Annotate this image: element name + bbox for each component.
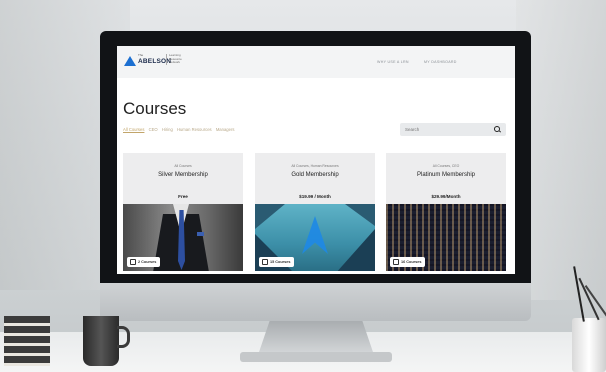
search-box xyxy=(400,123,506,136)
search-input[interactable] xyxy=(405,126,485,133)
screen: The ABELSON Learning Resource Network WH… xyxy=(117,46,515,274)
card-image[interactable]: 15 Courses xyxy=(255,204,375,271)
book-icon xyxy=(262,259,268,265)
courses-count-badge: 2 Courses xyxy=(127,257,161,267)
building-shape xyxy=(345,204,375,226)
courses-count-badge: 15 Courses xyxy=(259,257,295,267)
monitor-foot xyxy=(240,352,392,362)
course-card-silver[interactable]: All Courses Silver Membership Free 2 Cou… xyxy=(123,153,243,271)
pencil-cup xyxy=(572,318,606,372)
course-card-gold[interactable]: All Courses, Human Resources Gold Member… xyxy=(255,153,375,271)
filter-hiring[interactable]: Hiring xyxy=(162,127,173,132)
skyscraper-shape xyxy=(302,216,328,254)
card-category: All Courses, Human Resources xyxy=(291,164,339,168)
mug-handle xyxy=(117,326,130,348)
card-image[interactable]: 2 Courses xyxy=(123,204,243,271)
monitor-stand xyxy=(258,321,374,355)
page-title: Courses xyxy=(123,99,187,118)
book-icon xyxy=(130,259,136,265)
card-title[interactable]: Gold Membership xyxy=(255,172,375,178)
card-title[interactable]: Silver Membership xyxy=(123,172,243,178)
nav-my-dashboard[interactable]: MY DASHBOARD xyxy=(424,60,457,64)
site-header: The ABELSON Learning Resource Network WH… xyxy=(117,46,515,78)
card-category: All Courses xyxy=(174,164,192,168)
courses-count-badge: 16 Courses xyxy=(390,257,426,267)
search-icon[interactable] xyxy=(494,126,500,132)
card-price: Free xyxy=(178,194,188,199)
course-card-platinum[interactable]: All Courses, CEO Platinum Membership $29… xyxy=(386,153,506,271)
card-price: $19.99 / Month xyxy=(299,194,331,199)
card-price: $29.99/Month xyxy=(431,194,461,199)
book-stack xyxy=(4,316,50,366)
logo-mark-icon[interactable] xyxy=(124,56,136,66)
book-icon xyxy=(393,259,399,265)
card-image[interactable]: 16 Courses xyxy=(386,204,506,271)
building-shape xyxy=(335,229,375,271)
monitor-chin xyxy=(100,283,531,321)
mug xyxy=(83,316,119,366)
category-filters: All Courses CEO Hiring Human Resources M… xyxy=(123,127,237,132)
building-shape xyxy=(255,204,285,229)
pocket-square-shape xyxy=(197,232,204,236)
logo-tagline: Learning Resource Network xyxy=(166,53,191,65)
courses-count: 2 Courses xyxy=(138,260,157,264)
courses-count: 16 Courses xyxy=(401,260,422,264)
logo-prefix: The xyxy=(138,53,144,57)
card-category: All Courses, CEO xyxy=(432,164,460,168)
filter-managers[interactable]: Managers xyxy=(216,127,235,132)
filter-all-courses[interactable]: All Courses xyxy=(123,127,144,132)
courses-count: 15 Courses xyxy=(270,260,291,264)
card-title[interactable]: Platinum Membership xyxy=(386,172,506,178)
nav-why-use-lrn[interactable]: WHY USE A LRN xyxy=(377,60,409,64)
filter-human-resources[interactable]: Human Resources xyxy=(177,127,212,132)
filter-ceo[interactable]: CEO xyxy=(149,127,158,132)
